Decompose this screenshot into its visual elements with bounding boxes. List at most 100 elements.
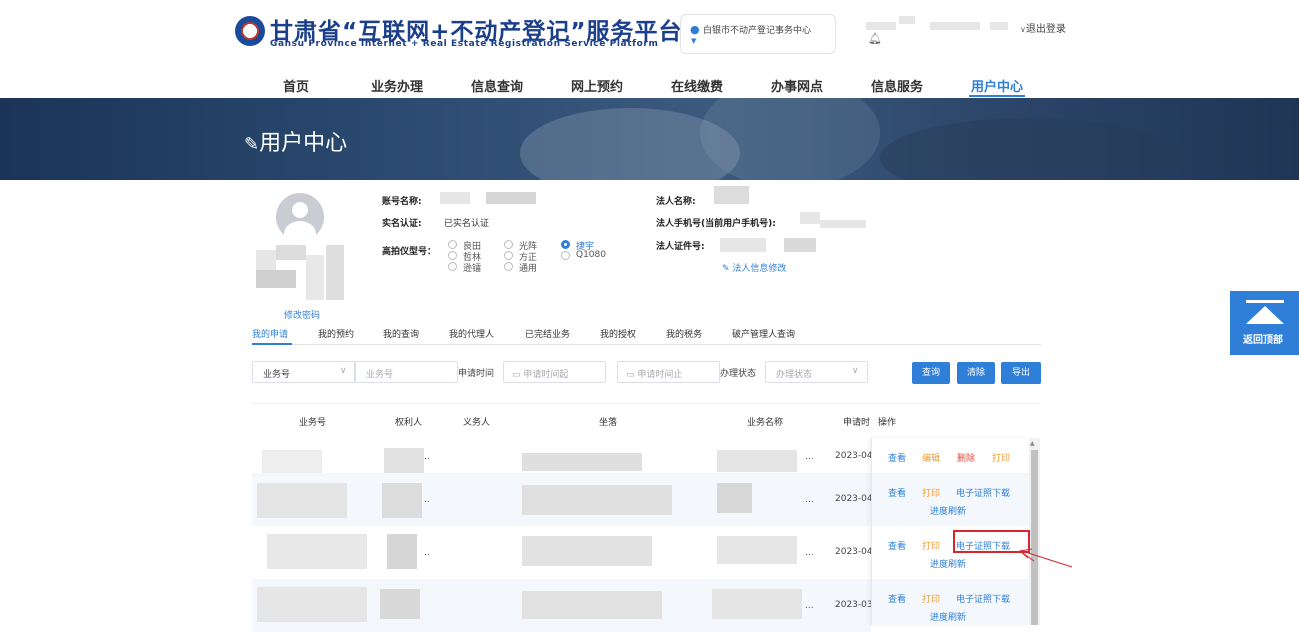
nav-active-indicator [969,95,1025,97]
radio-tongyong[interactable] [504,262,513,271]
tab-my-taxes[interactable]: 我的税务 [666,327,702,340]
table-row: ... 2023-03 [252,579,873,632]
status-select[interactable]: 办理状态 ∨ [765,361,868,383]
user-name-redacted [256,250,276,270]
change-password-link[interactable]: 修改密码 [284,308,320,321]
legal-info-edit-link[interactable]: ✎ 法人信息修改 [722,261,786,274]
chevron-down-icon: ∨ [852,366,859,376]
view-button[interactable]: 查看 [888,486,906,499]
arrow-up-icon [1246,300,1284,324]
scrollbar-thumb[interactable] [1031,450,1038,625]
progress-refresh-button[interactable]: 进度刷新 [930,557,966,570]
site-subtitle: Gansu Province Internet + Real Estate Re… [270,39,659,49]
user-name-redacted [276,245,306,260]
page-title: ✎用户中心 [244,131,348,156]
tab-active-indicator [252,343,292,345]
col-business-name: 业务名称 [747,418,784,428]
legal-id-redacted [784,238,816,252]
user-info-redacted [899,16,915,24]
nav-item-home[interactable]: 首页 [283,76,309,95]
tab-my-authorizations[interactable]: 我的授权 [600,327,636,340]
radio-xunlei[interactable] [448,262,457,271]
tab-my-agents[interactable]: 我的代理人 [449,327,494,340]
col-apply-time: 申请时 [843,418,871,428]
nav-item-payment[interactable]: 在线缴费 [671,76,723,95]
legal-id-redacted [720,238,766,252]
print-button[interactable]: 打印 [992,451,1010,464]
location-text: 白银市不动产登记事务中心 [703,26,812,36]
end-date-input[interactable]: ▭ 申请时间止 [617,361,720,383]
tab-bankruptcy-query[interactable]: 破产管理人查询 [732,327,795,340]
view-button[interactable]: 查看 [888,539,906,552]
business-type-select[interactable]: 业务号 ∨ [252,361,355,383]
clear-button[interactable]: 清除 [957,362,995,384]
realname-value: 已实名认证 [444,219,490,229]
logout-link[interactable]: ∨退出登录 [1020,20,1066,35]
col-location: 坐落 [599,418,618,428]
legal-phone-redacted [820,220,866,228]
view-button[interactable]: 查看 [888,451,906,464]
start-date-input[interactable]: ▭ 申请时间起 [503,361,606,383]
business-number-input[interactable]: 业务号 [355,361,458,383]
apply-date: 2023-04 [835,494,873,504]
tab-my-appointments[interactable]: 我的预约 [318,327,354,340]
e-certificate-download-button[interactable]: 电子证照下载 [956,486,1010,499]
chevron-down-icon: ∨ [340,366,347,376]
nav-item-user-center[interactable]: 用户中心 [971,76,1023,95]
realname-label: 实名认证: [382,219,422,229]
col-business-number: 业务号 [299,418,327,428]
legal-phone-label: 法人手机号(当前用户手机号): [656,219,776,229]
status-label: 办理状态 [720,369,757,379]
nav-item-outlets[interactable]: 办事网点 [771,76,823,95]
e-certificate-download-button[interactable]: 电子证照下载 [956,592,1010,605]
col-obligor: 义务人 [463,418,491,428]
table-row: .. ... 2023-04 [252,526,873,579]
back-to-top-label: 返回顶部 [1243,335,1283,346]
tab-completed[interactable]: 已完结业务 [525,327,570,340]
scroll-up-icon[interactable]: ▲ [1030,440,1035,447]
location-selector[interactable]: ● 白银市不动产登记事务中心 ▼ [680,14,836,54]
banner: ✎用户中心 [0,98,1299,180]
avatar-icon [276,193,324,241]
bell-icon[interactable]: 🔔︎ [868,32,882,45]
print-button[interactable]: 打印 [922,539,940,552]
user-name-redacted [306,255,324,300]
nav-item-info-query[interactable]: 信息查询 [471,76,523,95]
legal-name-redacted [714,186,749,204]
progress-refresh-button[interactable]: 进度刷新 [930,504,966,517]
back-to-top-button[interactable]: 返回顶部 [1230,291,1299,355]
logout-label: 退出登录 [1025,24,1066,35]
nav-item-business[interactable]: 业务办理 [371,76,423,95]
calendar-icon: ▭ [626,370,638,380]
edit-button[interactable]: 编辑 [922,451,940,464]
print-button[interactable]: 打印 [922,486,940,499]
operations-row-bg [872,473,1029,526]
radio-guangzhen[interactable] [504,240,513,249]
tab-my-applications[interactable]: 我的申请 [252,327,288,340]
user-name-redacted [326,245,344,300]
user-info-redacted [930,22,980,30]
view-button[interactable]: 查看 [888,592,906,605]
query-button[interactable]: 查询 [912,362,950,384]
export-button[interactable]: 导出 [1001,362,1041,384]
progress-refresh-button[interactable]: 进度刷新 [930,610,966,623]
edit-icon: ✎ [244,134,260,155]
tab-my-queries[interactable]: 我的查询 [383,327,419,340]
radio-zhelin[interactable] [448,251,457,260]
legal-phone-redacted [800,212,820,224]
tab-divider [252,344,1041,345]
camera-model-label: 高拍仪型号： [382,247,437,257]
radio-liangtian[interactable] [448,240,457,249]
radio-fangzheng[interactable] [504,251,513,260]
nav-item-info-service[interactable]: 信息服务 [871,76,923,95]
print-button[interactable]: 打印 [922,592,940,605]
user-info-redacted [990,22,1008,30]
location-pin-icon: ● [690,23,700,36]
radio-q1080[interactable] [561,251,570,260]
delete-button[interactable]: 删除 [957,451,975,464]
radio-label: Q1080 [576,250,606,260]
user-name-redacted [256,270,296,288]
edit-icon: ✎ [722,264,733,274]
radio-jieyu[interactable] [561,240,570,249]
nav-item-appointment[interactable]: 网上预约 [571,76,623,95]
